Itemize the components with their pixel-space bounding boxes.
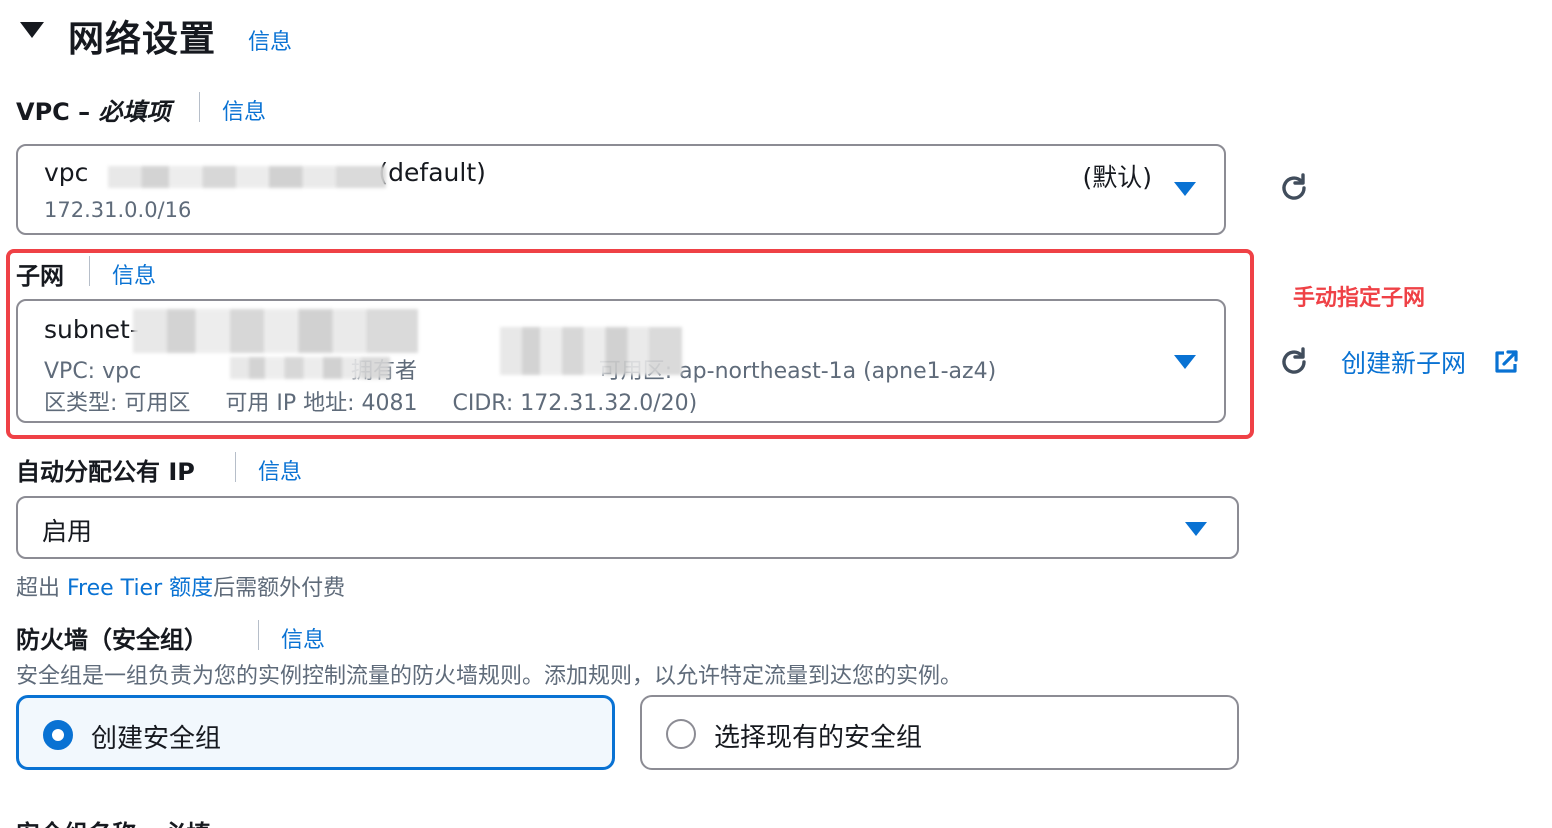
- caret-down-icon: [1174, 182, 1196, 196]
- section-info-link[interactable]: 信息: [248, 24, 292, 56]
- redacted-id: [108, 166, 386, 188]
- vpc-select[interactable]: vpc (default) 172.31.0.0/16 (默认): [16, 144, 1226, 235]
- free-tier-prefix: 超出: [16, 576, 67, 601]
- collapse-caret-icon[interactable]: [20, 22, 44, 38]
- tile-label: 选择现有的安全组: [714, 723, 923, 753]
- vpc-label: VPC – 必填项: [16, 92, 171, 127]
- public-ip-label: 自动分配公有 IP: [16, 458, 195, 486]
- subnet-info-link[interactable]: 信息: [112, 258, 156, 290]
- free-tier-suffix: 后需额外付费: [213, 576, 346, 601]
- refresh-icon[interactable]: [1276, 170, 1312, 210]
- divider: [235, 452, 236, 482]
- select-existing-security-group-tile[interactable]: 选择现有的安全组: [640, 695, 1239, 770]
- divider: [258, 620, 259, 650]
- create-security-group-tile[interactable]: 创建安全组: [16, 695, 615, 770]
- annotation-text: 手动指定子网: [1293, 286, 1426, 311]
- free-tier-note: 超出 Free Tier 额度后需额外付费: [16, 570, 345, 602]
- subnet-selected-value: subnet-: [44, 315, 139, 344]
- security-group-name-label: 安全组名称 - 必填: [16, 814, 211, 828]
- caret-down-icon: [1174, 355, 1196, 369]
- redacted-owner: [500, 327, 682, 375]
- public-ip-select[interactable]: 启用: [16, 496, 1239, 559]
- free-tier-link[interactable]: Free Tier 额度: [67, 576, 213, 601]
- firewall-info-link[interactable]: 信息: [281, 622, 325, 654]
- caret-down-icon: [1185, 522, 1207, 536]
- firewall-label: 防火墙（安全组）: [16, 626, 208, 654]
- subnet-label: 子网: [16, 262, 64, 290]
- public-ip-value: 启用: [42, 517, 93, 546]
- divider: [199, 92, 200, 122]
- external-link-icon[interactable]: [1492, 348, 1520, 380]
- vpc-id-prefix: vpc: [44, 158, 89, 187]
- public-ip-info-link[interactable]: 信息: [258, 454, 302, 486]
- redacted-id: [230, 357, 390, 379]
- subnet-details-line2: 区类型: 可用区 可用 IP 地址: 4081 CIDR: 172.31.32.…: [44, 391, 698, 416]
- vpc-default-tag: (default): [378, 158, 486, 187]
- tile-label: 创建安全组: [91, 724, 222, 754]
- vpc-label-required: 必填项: [98, 98, 171, 126]
- divider: [89, 256, 90, 286]
- radio-unselected-icon[interactable]: [666, 719, 696, 749]
- vpc-cidr: 172.31.0.0/16: [44, 198, 192, 222]
- refresh-icon[interactable]: [1276, 344, 1312, 384]
- vpc-label-prefix: VPC –: [16, 98, 99, 126]
- section-title: 网络设置: [68, 19, 217, 60]
- firewall-description: 安全组是一组负责为您的实例控制流量的防火墙规则。添加规则，以允许特定流量到达您的…: [16, 664, 963, 689]
- create-subnet-link[interactable]: 创建新子网: [1341, 344, 1466, 380]
- radio-selected-icon[interactable]: [43, 720, 73, 750]
- subnet-select[interactable]: subnet- VPC: vpc 拥有者 可用区: ap-northeast-1…: [16, 299, 1226, 423]
- vpc-info-link[interactable]: 信息: [222, 94, 266, 126]
- vpc-default-badge: (默认): [1082, 163, 1152, 192]
- redacted-id: [133, 309, 418, 353]
